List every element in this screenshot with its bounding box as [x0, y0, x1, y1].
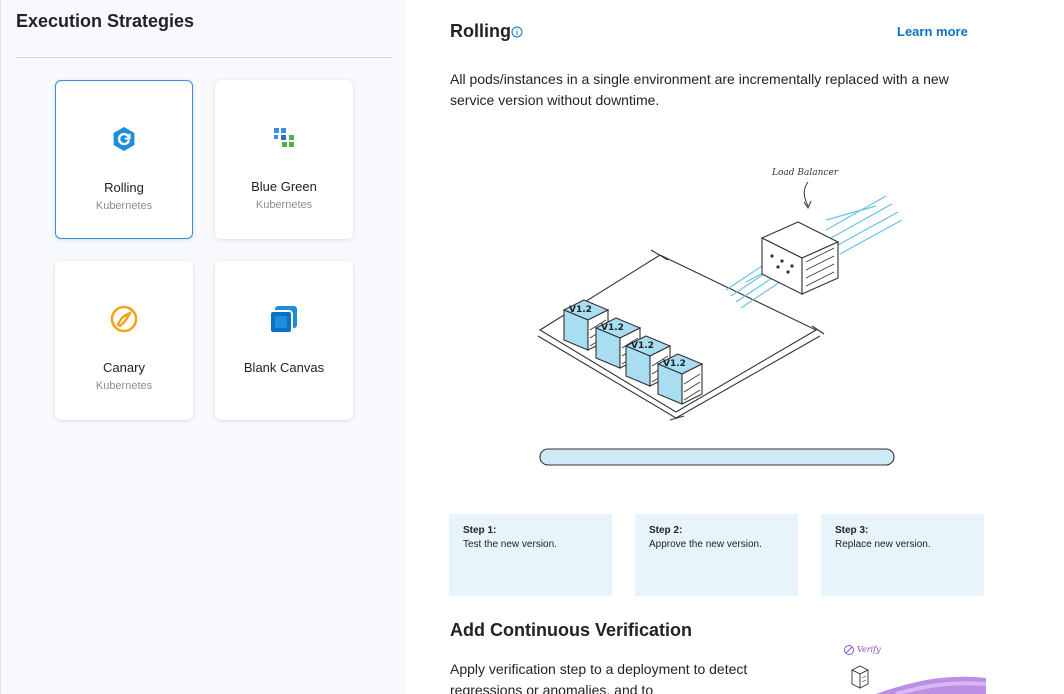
step-label: Step 3: [835, 525, 869, 536]
strategy-platform: Kubernetes [95, 200, 153, 212]
panel-title: Execution Strategies [16, 11, 195, 31]
strategy-card-rolling[interactable]: Rolling Kubernetes [55, 80, 193, 239]
strategy-name: Rolling [104, 180, 144, 195]
instance-label: V1.2 [601, 323, 624, 333]
progress-bar [539, 448, 895, 466]
info-icon[interactable] [511, 25, 523, 43]
step-text: Test the new version. [463, 539, 557, 550]
strategy-platform: Kubernetes [95, 380, 153, 392]
step-card: Step 2: Approve the new version. [635, 514, 798, 596]
divider [16, 57, 392, 58]
step-card: Step 1: Test the new version. [449, 514, 612, 596]
strategy-platform: Kubernetes [255, 199, 313, 211]
load-balancer-label: Load Balancer [771, 168, 839, 178]
strategy-name: Canary [103, 360, 145, 375]
verification-text: Apply verification step to a deployment … [450, 661, 748, 694]
instance-box: V1.2 [656, 353, 704, 405]
instance-label: V1.2 [631, 341, 654, 351]
learn-more-link[interactable]: Learn more [897, 24, 968, 39]
step-text: Approve the new version. [649, 539, 762, 550]
strategy-name: Blue Green [251, 179, 317, 194]
step-label: Step 1: [463, 525, 497, 536]
execution-strategies-panel: Execution Strategies Rolling Kubernetes [0, 0, 406, 694]
strategy-detail-panel: Rolling Learn more All pods/instances in… [406, 0, 1064, 694]
step-card: Step 3: Replace new version. [821, 514, 984, 596]
verification-title: Add Continuous Verification [450, 620, 692, 640]
canary-icon [55, 304, 193, 334]
step-text: Replace new version. [835, 539, 931, 550]
verification-illustration: Verify [844, 645, 987, 694]
strategy-card-blue-green[interactable]: Blue Green Kubernetes [215, 80, 353, 239]
verify-label: Verify [857, 645, 881, 654]
rolling-diagram: Load Balancer V1.2 V1.2 V1.2 V1.2 [537, 168, 903, 466]
blank-canvas-icon [215, 304, 353, 334]
blue-green-icon [215, 123, 353, 153]
strategy-description: All pods/instances in a single environme… [450, 71, 949, 108]
rolling-icon [56, 124, 192, 154]
strategy-card-blank-canvas[interactable]: Blank Canvas [215, 261, 353, 420]
strategy-name: Blank Canvas [243, 360, 325, 375]
strategy-card-canary[interactable]: Canary Kubernetes [55, 261, 193, 420]
instance-label: V1.2 [569, 305, 592, 315]
strategy-title: Rolling [450, 21, 511, 41]
step-label: Step 2: [649, 525, 683, 536]
instance-label: V1.2 [663, 359, 686, 369]
